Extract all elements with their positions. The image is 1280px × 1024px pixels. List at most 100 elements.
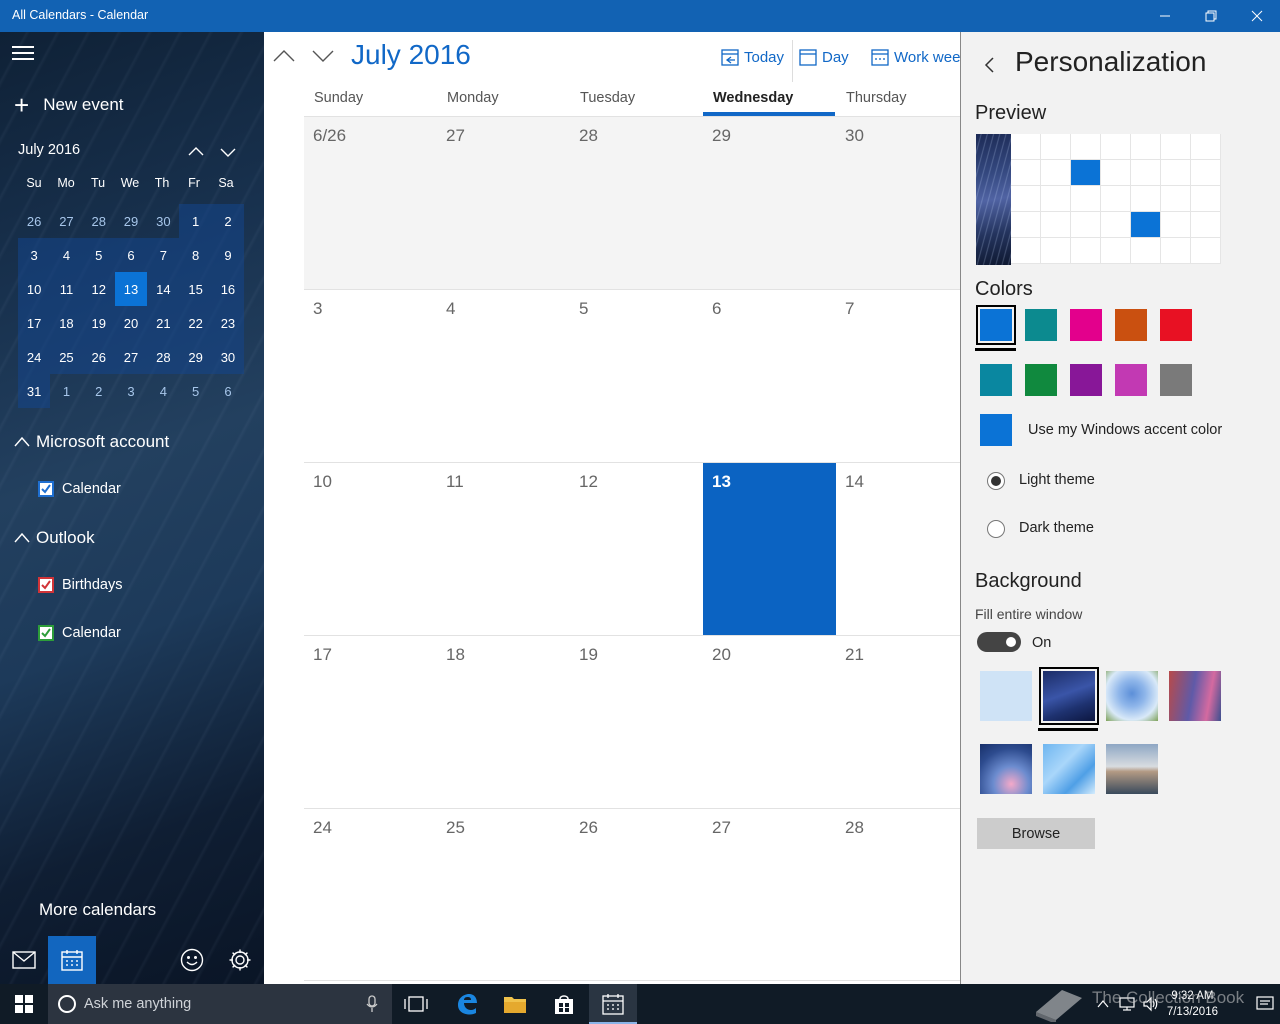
background-option-polygons[interactable] xyxy=(1043,744,1095,794)
settings-button[interactable] xyxy=(216,936,264,984)
fill-window-toggle[interactable] xyxy=(977,632,1021,652)
color-swatch[interactable] xyxy=(1025,309,1057,341)
mini-calendar-day[interactable]: 1 xyxy=(50,374,82,408)
mini-calendar-day[interactable]: 26 xyxy=(82,340,115,374)
mini-calendar-day[interactable]: 9 xyxy=(211,238,245,272)
mini-calendar-day[interactable]: 27 xyxy=(50,204,82,238)
mini-calendar-day[interactable]: 5 xyxy=(82,238,115,272)
day-cell[interactable]: 19 xyxy=(570,636,703,808)
store-button[interactable] xyxy=(540,984,588,1024)
previous-month-button[interactable] xyxy=(270,44,298,68)
day-cell[interactable]: 13 xyxy=(703,463,836,635)
mini-calendar-day[interactable]: 21 xyxy=(147,306,180,340)
mini-calendar-prev-button[interactable] xyxy=(186,142,206,162)
day-cell[interactable]: 12 xyxy=(570,463,703,635)
mini-calendar-day[interactable]: 20 xyxy=(114,306,148,340)
day-cell[interactable]: 21 xyxy=(836,636,960,808)
mini-calendar-day[interactable]: 19 xyxy=(82,306,115,340)
day-cell[interactable]: 6 xyxy=(703,290,836,462)
day-cell[interactable]: 14 xyxy=(836,463,960,635)
calendar-button[interactable] xyxy=(48,936,96,984)
background-option-star-trails[interactable] xyxy=(1039,667,1099,725)
color-swatch[interactable] xyxy=(1070,309,1102,341)
day-cell[interactable]: 20 xyxy=(703,636,836,808)
start-button[interactable] xyxy=(0,984,48,1024)
day-cell[interactable]: 18 xyxy=(437,636,570,808)
mini-calendar-day[interactable]: 12 xyxy=(82,272,115,306)
day-view-button[interactable]: Day xyxy=(799,48,849,66)
mini-calendar-day[interactable]: 29 xyxy=(115,204,147,238)
back-button[interactable] xyxy=(983,56,995,79)
day-cell[interactable]: 17 xyxy=(304,636,437,808)
minimize-button[interactable] xyxy=(1142,0,1188,32)
color-swatch[interactable] xyxy=(1160,364,1192,396)
color-swatch[interactable] xyxy=(1070,364,1102,396)
mini-calendar-day[interactable]: 23 xyxy=(211,306,245,340)
mini-calendar-day[interactable]: 15 xyxy=(179,272,212,306)
mini-calendar-day[interactable]: 27 xyxy=(114,340,148,374)
hamburger-menu-icon[interactable] xyxy=(12,46,36,64)
day-cell[interactable]: 28 xyxy=(570,117,703,289)
mini-calendar-day[interactable]: 4 xyxy=(50,238,83,272)
next-month-button[interactable] xyxy=(309,44,337,68)
mini-calendar-day[interactable]: 6 xyxy=(212,374,244,408)
mini-calendar-day[interactable]: 16 xyxy=(211,272,245,306)
day-cell[interactable]: 26 xyxy=(570,809,703,981)
light-theme-label[interactable]: Light theme xyxy=(1019,472,1095,488)
day-cell[interactable]: 5 xyxy=(570,290,703,462)
mini-calendar-day[interactable]: 5 xyxy=(179,374,211,408)
color-swatch[interactable] xyxy=(980,364,1012,396)
mini-calendar-day[interactable]: 2 xyxy=(83,374,115,408)
browse-button[interactable]: Browse xyxy=(977,818,1095,849)
accent-color-swatch[interactable] xyxy=(980,414,1012,446)
day-cell[interactable]: 27 xyxy=(703,809,836,981)
mini-calendar-day[interactable]: 24 xyxy=(18,340,51,374)
mini-calendar-day[interactable]: 28 xyxy=(147,340,180,374)
new-event-button[interactable]: + New event xyxy=(14,92,124,118)
close-button[interactable] xyxy=(1234,0,1280,32)
mini-calendar-day[interactable]: 3 xyxy=(18,238,51,272)
mini-calendar-day[interactable]: 10 xyxy=(18,272,51,306)
account-header-outlook[interactable]: Outlook xyxy=(14,528,95,548)
day-cell[interactable]: 30 xyxy=(836,117,960,289)
calendar-toggle-birthdays[interactable]: Birthdays xyxy=(38,577,122,593)
mini-calendar-next-button[interactable] xyxy=(218,142,238,162)
mini-calendar-day[interactable]: 18 xyxy=(50,306,83,340)
account-header-microsoft[interactable]: Microsoft account xyxy=(14,432,169,452)
color-swatch[interactable] xyxy=(1115,364,1147,396)
color-swatch[interactable] xyxy=(976,305,1016,345)
accent-color-option[interactable]: Use my Windows accent color xyxy=(1028,422,1222,438)
mini-calendar-day[interactable]: 31 xyxy=(18,374,51,408)
restore-button[interactable] xyxy=(1188,0,1234,32)
color-swatch[interactable] xyxy=(1025,364,1057,396)
dark-theme-label[interactable]: Dark theme xyxy=(1019,520,1094,536)
day-cell[interactable]: 29 xyxy=(703,117,836,289)
today-button[interactable]: Today xyxy=(721,48,784,66)
mini-calendar-day[interactable]: 17 xyxy=(18,306,51,340)
calendar-taskbar-button[interactable] xyxy=(589,984,637,1024)
mini-calendar-day[interactable]: 29 xyxy=(179,340,212,374)
day-cell[interactable]: 3 xyxy=(304,290,437,462)
mini-calendar-day[interactable]: 25 xyxy=(50,340,83,374)
day-cell[interactable]: 6/26 xyxy=(304,117,437,289)
mini-calendar-day[interactable]: 7 xyxy=(147,238,180,272)
background-option-lake[interactable] xyxy=(1106,744,1158,794)
color-swatch[interactable] xyxy=(1160,309,1192,341)
cortana-search-box[interactable]: Ask me anything xyxy=(48,984,392,1024)
calendar-toggle-microsoft-calendar[interactable]: Calendar xyxy=(38,481,121,497)
mini-calendar-day[interactable]: 1 xyxy=(179,204,212,238)
mini-calendar-day[interactable]: 22 xyxy=(179,306,212,340)
background-option-canyon[interactable] xyxy=(1169,671,1221,721)
file-explorer-button[interactable] xyxy=(491,984,539,1024)
day-cell[interactable]: 4 xyxy=(437,290,570,462)
day-cell[interactable]: 27 xyxy=(437,117,570,289)
background-option-light-blue[interactable] xyxy=(980,671,1032,721)
background-option-abstract-hills[interactable] xyxy=(980,744,1032,794)
mini-calendar-day[interactable]: 13 xyxy=(114,272,148,306)
work-week-view-button[interactable]: Work week xyxy=(871,48,960,66)
mini-calendar-day[interactable]: 28 xyxy=(83,204,115,238)
mini-calendar-day[interactable]: 8 xyxy=(179,238,212,272)
day-cell[interactable]: 28 xyxy=(836,809,960,981)
edge-browser-button[interactable] xyxy=(443,984,491,1024)
mini-calendar-day[interactable]: 14 xyxy=(147,272,180,306)
